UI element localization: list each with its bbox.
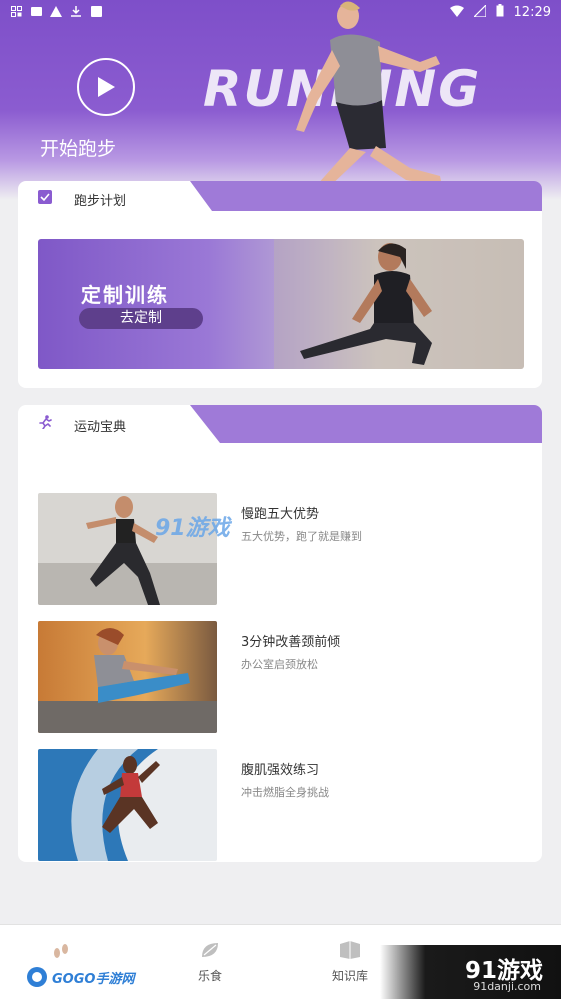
running-plan-title: 跑步计划 bbox=[74, 194, 127, 209]
sports-handbook-title: 运动宝典 bbox=[74, 420, 127, 435]
checkbox-icon bbox=[38, 190, 52, 204]
footprint-icon bbox=[54, 944, 68, 958]
play-icon bbox=[98, 77, 115, 97]
custom-training-banner[interactable]: 定制训练 去定制 bbox=[38, 239, 524, 369]
bottom-navigation: GOGO手游网 乐食 知识库 91游戏 91danji.com bbox=[0, 924, 561, 999]
section-tab-decoration bbox=[190, 405, 542, 443]
nav-item-run[interactable] bbox=[31, 941, 91, 965]
sports-handbook-header: 运动宝典 bbox=[18, 405, 542, 443]
gogo-text: GOGO手游网 bbox=[52, 971, 135, 987]
customize-button[interactable]: 去定制 bbox=[79, 308, 203, 329]
watermark-gogo: GOGO手游网 bbox=[26, 965, 146, 989]
article-title: 腹肌强效练习 bbox=[241, 763, 320, 778]
start-run-button[interactable] bbox=[77, 58, 135, 116]
running-person-icon bbox=[39, 415, 52, 429]
leaf-icon bbox=[202, 943, 218, 957]
article-item[interactable]: 腹肌强效练习 冲击燃脂全身挑战 bbox=[38, 749, 524, 862]
article-item[interactable]: 慢跑五大优势 五大优势，跑了就是赚到 bbox=[38, 493, 524, 607]
watermark-91game: 91游戏 bbox=[155, 516, 230, 541]
nav-label: 乐食 bbox=[197, 969, 222, 983]
book-icon bbox=[340, 941, 360, 959]
nav-item-knowledge[interactable]: 知识库 bbox=[310, 941, 390, 984]
logo91-url: 91danji.com bbox=[473, 980, 541, 993]
article-thumbnail bbox=[38, 621, 217, 733]
nav-item-food[interactable]: 乐食 bbox=[170, 941, 250, 984]
running-plan-header: 跑步计划 bbox=[18, 181, 542, 211]
font-icon bbox=[90, 5, 102, 17]
watermark-91-logo: 91游戏 91danji.com bbox=[380, 945, 561, 999]
notification-icon bbox=[10, 5, 22, 17]
runner-illustration bbox=[296, 1, 442, 190]
section-tab-decoration bbox=[190, 181, 542, 211]
download-icon bbox=[70, 5, 82, 17]
athlete-illustration bbox=[274, 239, 524, 369]
article-subtitle: 五大优势，跑了就是赚到 bbox=[241, 530, 362, 543]
article-subtitle: 办公室启颈放松 bbox=[241, 658, 318, 671]
banner-title: 定制训练 bbox=[81, 283, 169, 307]
warning-icon bbox=[50, 5, 62, 17]
mail-icon bbox=[30, 5, 42, 17]
running-plan-card: 跑步计划 定制训练 去定制 bbox=[18, 181, 542, 388]
article-thumbnail bbox=[38, 749, 217, 861]
nav-label: 知识库 bbox=[331, 969, 368, 983]
article-subtitle: 冲击燃脂全身挑战 bbox=[241, 786, 329, 799]
article-title: 慢跑五大优势 bbox=[241, 507, 320, 522]
status-time: 12:29 bbox=[513, 4, 551, 20]
wifi-icon bbox=[449, 5, 464, 20]
sports-handbook-card: 运动宝典 慢跑五大优势 五大优势，跑了就是赚到 3分钟改善颈前倾 办公室启颈放松… bbox=[18, 405, 542, 862]
battery-icon bbox=[496, 4, 504, 20]
article-item[interactable]: 3分钟改善颈前倾 办公室启颈放松 bbox=[38, 621, 524, 735]
gogo-logo-icon bbox=[27, 967, 47, 987]
hero-banner: 12:29 RUNNING 开始跑步 bbox=[0, 0, 561, 200]
start-run-label[interactable]: 开始跑步 bbox=[40, 134, 116, 161]
article-title: 3分钟改善颈前倾 bbox=[241, 635, 341, 650]
signal-icon bbox=[472, 3, 487, 20]
